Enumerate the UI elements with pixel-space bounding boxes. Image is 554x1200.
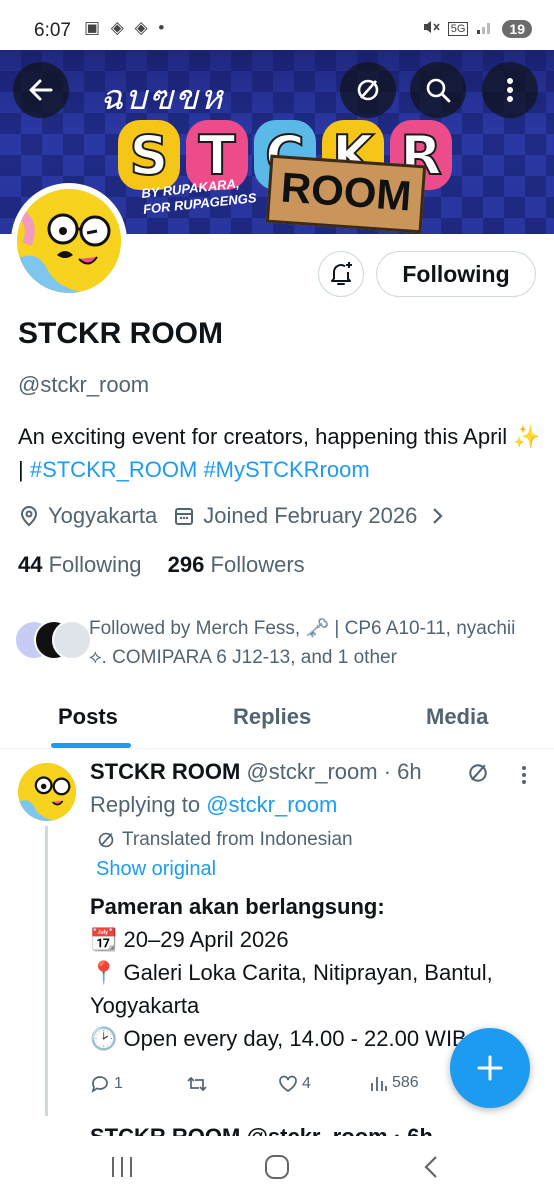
system-nav-bar: [0, 1136, 554, 1200]
hashtag-link[interactable]: #MySTCKRroom: [203, 457, 369, 482]
profile-avatar[interactable]: [11, 183, 127, 299]
views-icon: [371, 1077, 387, 1091]
logo-letter: S: [118, 120, 180, 190]
reply-count: 1: [114, 1075, 123, 1092]
profile-name: STCKR ROOM: [18, 317, 223, 350]
like-count: 4: [302, 1075, 311, 1092]
status-time: 6:07: [34, 20, 71, 41]
profile-handle: @stckr_room: [18, 372, 150, 397]
tweet-header: STCKR ROOM @stckr_room · 6h: [90, 759, 422, 785]
active-tab-indicator: [51, 743, 131, 748]
replying-handle[interactable]: @stckr_room: [206, 792, 337, 817]
joined-text: Joined February 2026: [203, 503, 418, 528]
search-button[interactable]: [410, 62, 466, 118]
chevron-right-icon[interactable]: [431, 505, 445, 527]
location-icon: [20, 505, 38, 527]
grok-icon: [357, 79, 379, 101]
home-icon: [265, 1155, 289, 1179]
following-count-link[interactable]: 44 Following: [18, 552, 142, 577]
replying-to: Replying to @stckr_room: [90, 792, 337, 818]
reply-icon: [91, 1076, 108, 1093]
tab-posts[interactable]: Posts: [58, 704, 118, 730]
search-icon: [426, 78, 451, 103]
avatar: [52, 620, 92, 660]
followers-label: Followers: [210, 552, 305, 577]
grok-icon: [98, 832, 114, 848]
followers-count: 296: [167, 552, 205, 577]
retweet-action[interactable]: [186, 1074, 212, 1094]
mute-icon: [422, 18, 440, 40]
avatar-image: [17, 189, 121, 293]
tweet-line: Pameran akan berlangsung:: [90, 894, 385, 919]
network-label: 5G: [447, 22, 469, 36]
plus-icon: [477, 1055, 503, 1081]
reply-action[interactable]: 1: [90, 1074, 123, 1094]
followed-by-avatars[interactable]: [14, 620, 92, 660]
tweet-avatar[interactable]: [18, 763, 76, 821]
more-vertical-icon[interactable]: [521, 765, 527, 785]
thread-line: [45, 826, 48, 1116]
recent-apps-icon: [112, 1157, 132, 1177]
views-action[interactable]: 586: [370, 1074, 419, 1092]
tab-replies[interactable]: Replies: [233, 704, 311, 730]
room-board: ROOM: [265, 154, 427, 234]
tweet-handle-time: @stckr_room · 6h: [246, 759, 422, 784]
battery-indicator: 19: [502, 20, 532, 38]
profile-meta: Yogyakarta Joined February 2026: [18, 503, 453, 529]
followed-by-text[interactable]: Followed by Merch Fess, 🗝️ | CP6 A10-11,…: [89, 614, 529, 672]
like-action[interactable]: 4: [278, 1074, 311, 1094]
notification-icons: ▣ ◈ ◈ •: [84, 18, 168, 37]
compose-button[interactable]: [450, 1028, 530, 1108]
more-vertical-icon: [507, 78, 513, 102]
back-button[interactable]: [13, 62, 69, 118]
status-bar: 6:07 ▣ ◈ ◈ • 5G 19: [0, 0, 554, 50]
following-button[interactable]: Following: [376, 251, 536, 297]
followers-count-link[interactable]: 296 Followers: [168, 552, 305, 577]
recent-apps-button[interactable]: [110, 1154, 134, 1185]
tweet-author-name[interactable]: STCKR ROOM: [90, 759, 240, 784]
tweet-line: 📆 20–29 April 2026: [90, 927, 289, 952]
signal-icon: [476, 19, 494, 39]
bell-plus-icon: [331, 262, 352, 285]
notifications-button[interactable]: [318, 251, 364, 297]
more-button[interactable]: [482, 62, 538, 118]
banner-script-text: ฉบฃขห: [100, 78, 225, 118]
following-label: Following: [48, 552, 142, 577]
grok-button[interactable]: [340, 62, 396, 118]
profile-tabs: Posts Replies Media: [0, 690, 554, 749]
tab-media[interactable]: Media: [426, 704, 488, 730]
show-original-link[interactable]: Show original: [96, 858, 216, 881]
translated-note: Translated from Indonesian: [96, 829, 353, 851]
tweet-text: Pameran akan berlangsung: 📆 20–29 April …: [90, 890, 540, 1055]
replying-label: Replying to: [90, 792, 207, 817]
grok-icon[interactable]: [466, 761, 490, 785]
heart-icon: [279, 1075, 297, 1093]
profile-bio: An exciting event for creators, happenin…: [18, 420, 548, 486]
hashtag-link[interactable]: #STCKR_ROOM: [30, 457, 197, 482]
translated-label: Translated from Indonesian: [122, 829, 353, 850]
retweet-icon: [187, 1076, 207, 1092]
arrow-left-icon: [29, 79, 53, 101]
home-button[interactable]: [264, 1154, 290, 1185]
back-chevron-icon: [424, 1156, 437, 1178]
location-text: Yogyakarta: [48, 503, 158, 528]
following-count: 44: [18, 552, 43, 577]
follow-counts: 44 Following 296 Followers: [18, 552, 305, 578]
next-tweet-peek: STCKR ROOM @stckr_room · 6h: [90, 1124, 433, 1136]
tweet-line: 📍 Galeri Loka Carita, Nitiprayan, Bantul…: [90, 960, 493, 1018]
status-right: 5G 19: [422, 18, 532, 40]
back-nav-button[interactable]: [422, 1154, 440, 1185]
views-count: 586: [392, 1074, 419, 1091]
calendar-icon: [175, 508, 194, 525]
